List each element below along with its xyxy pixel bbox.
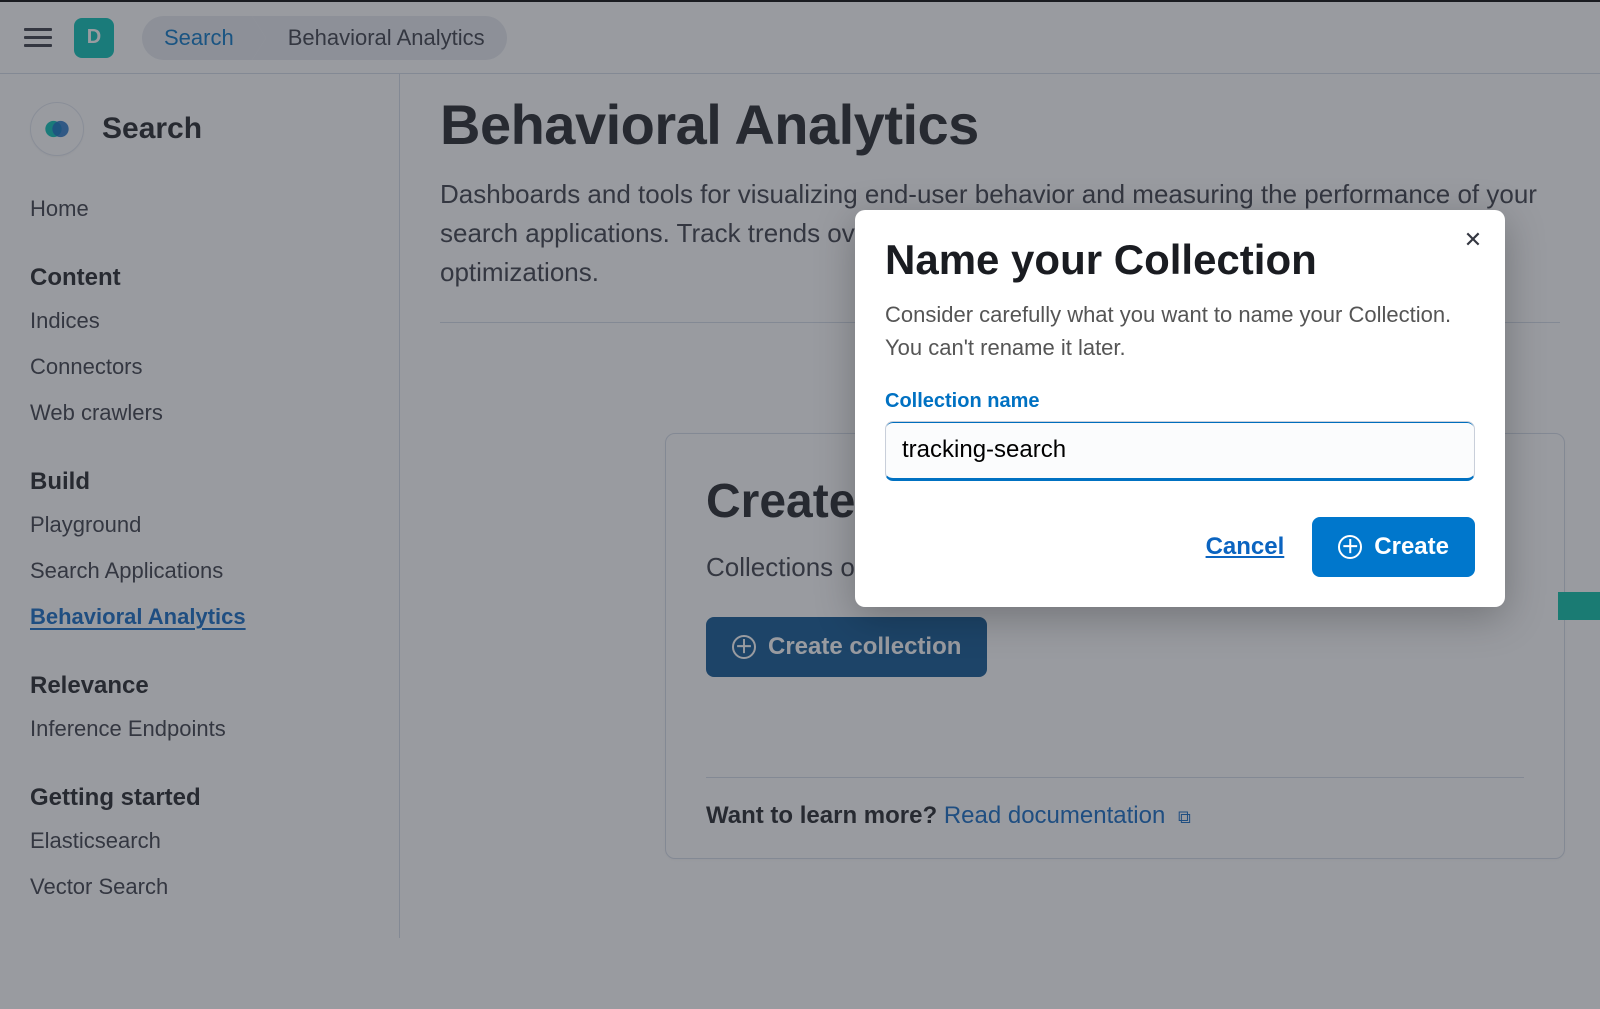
collection-name-label: Collection name — [885, 390, 1475, 413]
close-icon[interactable]: ✕ — [1457, 224, 1489, 256]
collection-name-input[interactable] — [885, 421, 1475, 481]
modal-title: Name your Collection — [885, 236, 1475, 284]
modal-description: Consider carefully what you want to name… — [885, 298, 1475, 364]
create-button[interactable]: ＋ Create — [1312, 517, 1475, 577]
cancel-button[interactable]: Cancel — [1206, 533, 1285, 561]
name-collection-modal: ✕ Name your Collection Consider carefull… — [855, 210, 1505, 607]
plus-circle-icon: ＋ — [1338, 535, 1362, 559]
create-button-label: Create — [1374, 533, 1449, 561]
